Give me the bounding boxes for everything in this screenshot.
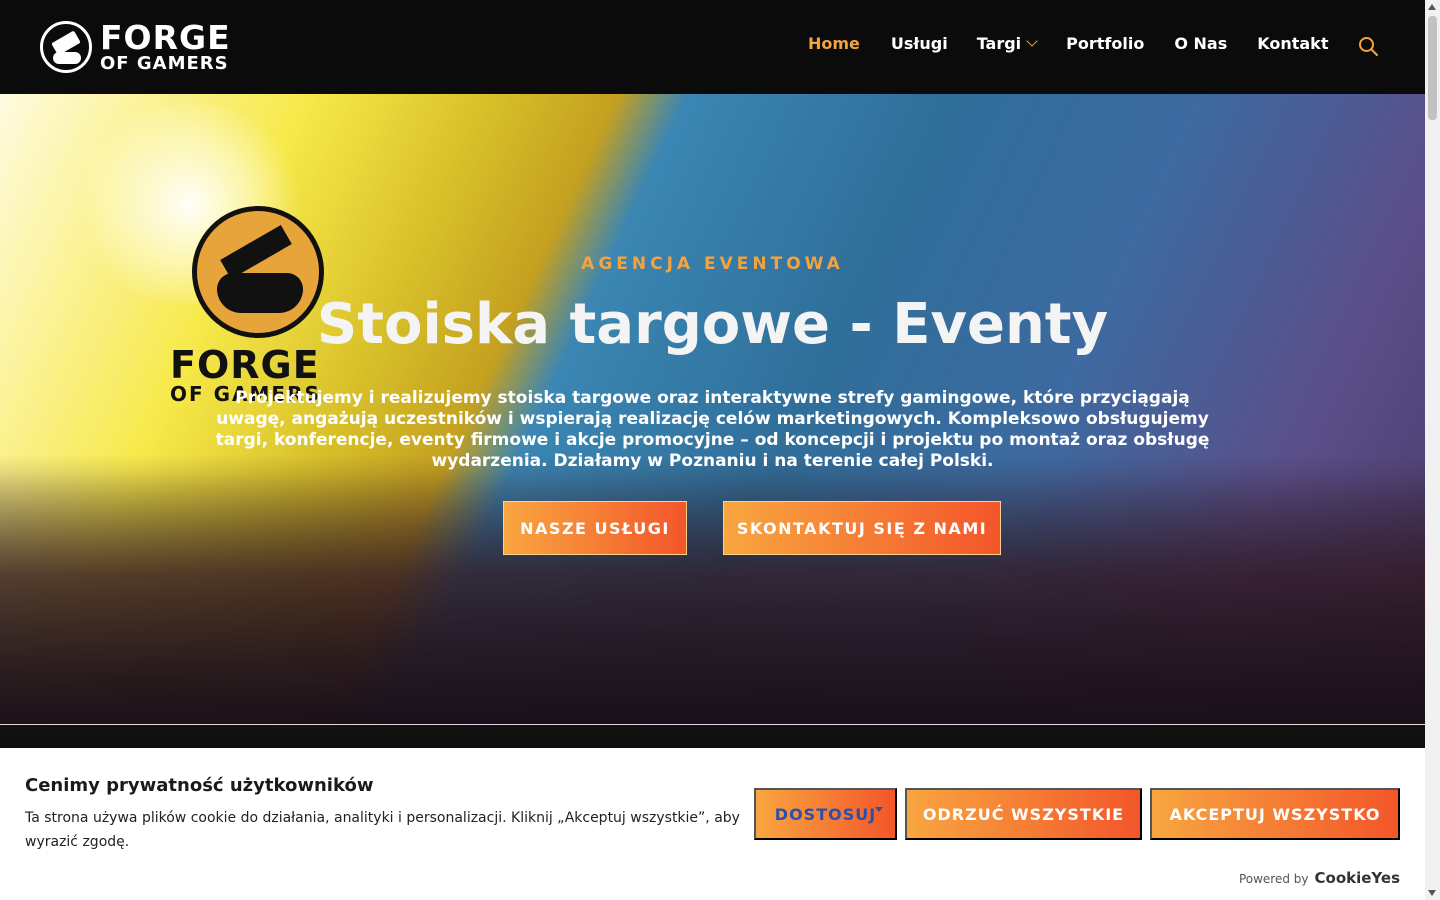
powered-by-label: Powered by bbox=[1238, 872, 1309, 886]
scroll-up-arrow-icon[interactable] bbox=[1428, 4, 1436, 10]
logo-line-2: OF GAMERS bbox=[100, 53, 229, 74]
logo-text: FORGE OF GAMERS bbox=[100, 21, 231, 73]
reject-all-button[interactable]: ODRZUĆ WSZYSTKIE bbox=[905, 788, 1142, 840]
logo-mark-icon bbox=[40, 21, 92, 73]
nav-item-kontakt[interactable]: Kontakt bbox=[1257, 34, 1328, 53]
contact-us-button[interactable]: SKONTAKTUJ SIĘ Z NAMI bbox=[723, 501, 1001, 555]
nav-item-uslugi[interactable]: Usługi bbox=[891, 34, 948, 53]
customize-cookies-button[interactable]: DOSTOSUJ bbox=[754, 788, 897, 840]
cookieyes-logo[interactable]: CookieYes bbox=[1315, 869, 1401, 887]
hero-city-silhouette bbox=[0, 454, 1425, 724]
site-header: FORGE OF GAMERS Home Usługi Targi Portfo… bbox=[0, 0, 1425, 94]
main-nav: Home Usługi Targi Portfolio O Nas Kontak… bbox=[808, 34, 1328, 53]
nav-item-targi-label: Targi bbox=[976, 34, 1022, 53]
our-services-button[interactable]: NASZE USŁUGI bbox=[503, 501, 687, 555]
hero-title: Stoiska targowe - Eventy bbox=[316, 292, 1109, 357]
cookie-description: Ta strona używa plików cookie do działan… bbox=[25, 810, 740, 850]
hero-section: FORGE OF GAMERS AGENCJA EVENTOWA Stoiska… bbox=[0, 94, 1425, 724]
accept-all-button[interactable]: AKCEPTUJ WSZYSTKO bbox=[1150, 788, 1400, 840]
nav-item-o-nas[interactable]: O Nas bbox=[1174, 34, 1227, 53]
powered-by: Powered by CookieYes bbox=[1239, 869, 1400, 887]
nav-item-home[interactable]: Home bbox=[808, 34, 860, 53]
site-logo[interactable]: FORGE OF GAMERS bbox=[40, 20, 231, 74]
scroll-down-arrow-icon[interactable] bbox=[1428, 890, 1436, 896]
cookie-banner: Cenimy prywatność użytkowników Ta strona… bbox=[0, 748, 1425, 900]
cookie-title: Cenimy prywatność użytkowników bbox=[25, 775, 374, 796]
scroll-thumb[interactable] bbox=[1428, 16, 1437, 120]
caret-down-icon bbox=[875, 807, 883, 812]
page-scrollbar[interactable] bbox=[1425, 0, 1440, 900]
logo-line-1: FORGE bbox=[100, 18, 231, 57]
customize-label: DOSTOSUJ bbox=[774, 804, 877, 824]
hero-description: Projektujemy i realizujemy stoiska targo… bbox=[215, 388, 1210, 471]
nav-item-portfolio[interactable]: Portfolio bbox=[1066, 34, 1144, 53]
hero-eyebrow: AGENCJA EVENTOWA bbox=[581, 254, 844, 274]
nav-item-targi[interactable]: Targi bbox=[976, 34, 1038, 53]
section-band bbox=[0, 725, 1425, 748]
search-icon[interactable] bbox=[1358, 36, 1378, 56]
chevron-down-icon bbox=[1026, 35, 1038, 47]
